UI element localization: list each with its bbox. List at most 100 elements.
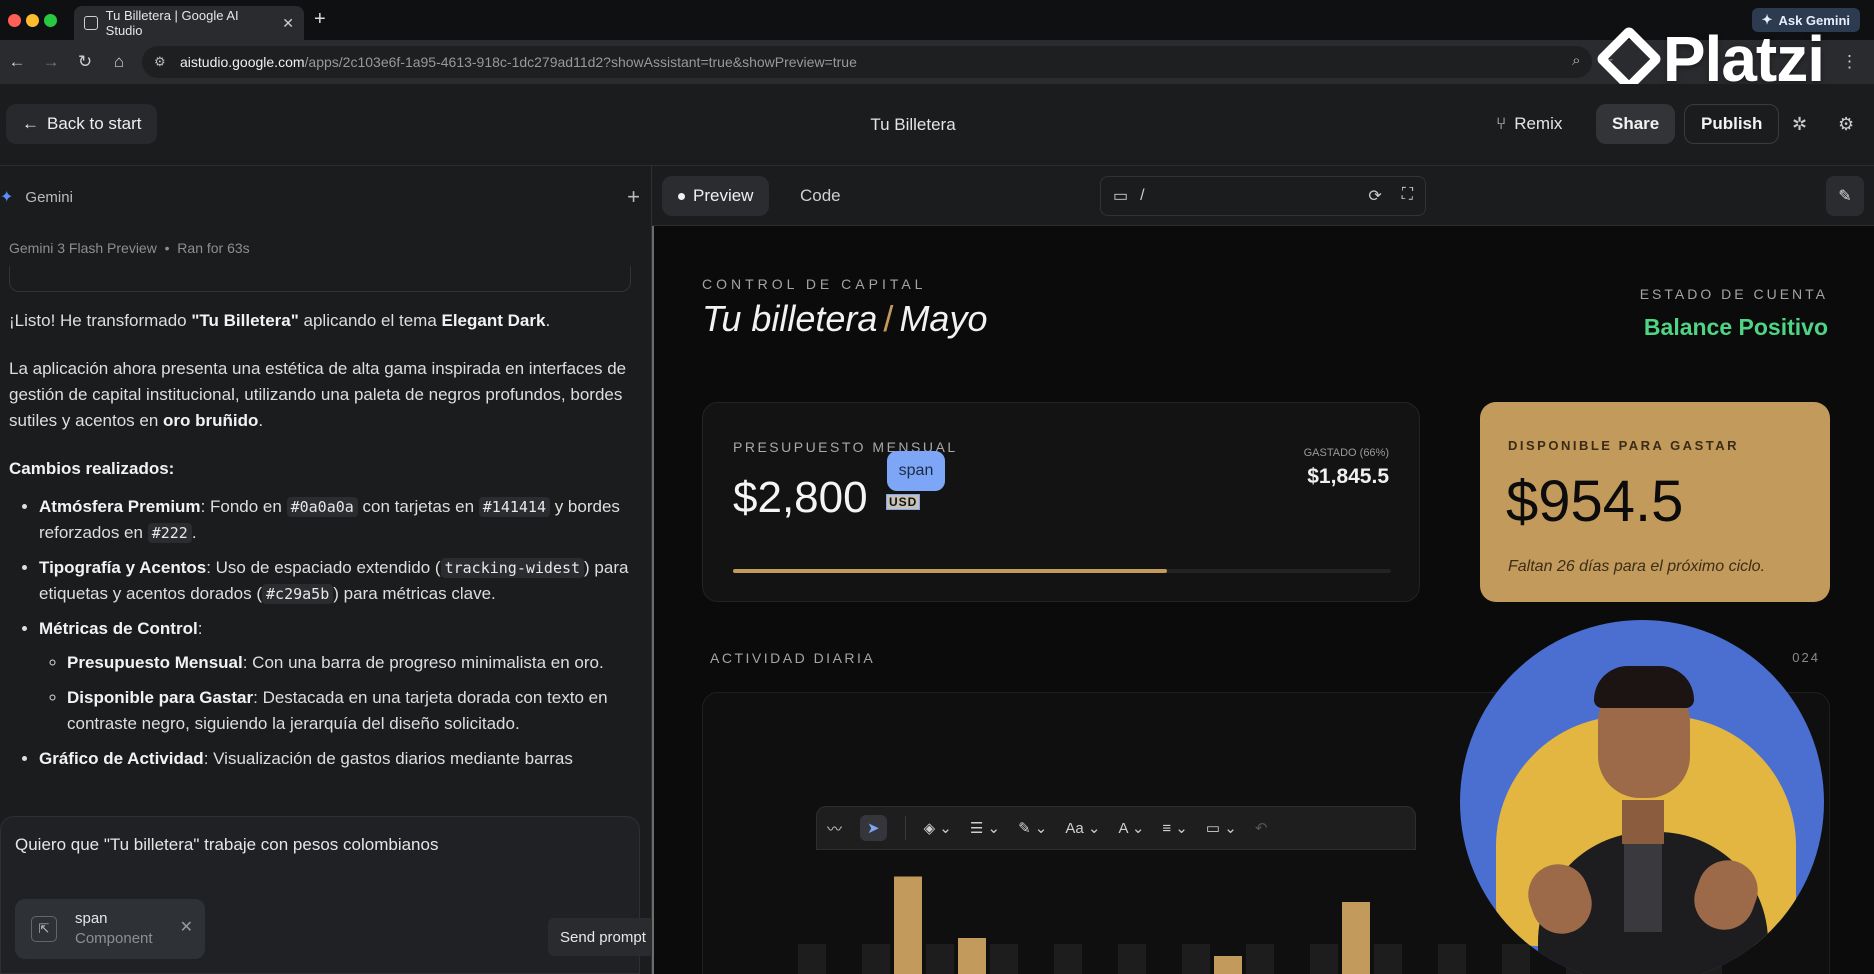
bold-text: "Tu Billetera": [191, 311, 299, 330]
inspector-span-tag: span: [887, 451, 945, 491]
spacing-icon[interactable]: ▭ ⌄: [1206, 819, 1237, 837]
chart-ghost-bar: [1182, 944, 1210, 974]
draw-icon[interactable]: 〰: [827, 818, 842, 839]
preview-path: /: [1140, 187, 1145, 204]
bold-text: Elegant Dark: [441, 311, 546, 330]
close-window-button[interactable]: [8, 14, 21, 27]
home-icon[interactable]: ⌂: [102, 52, 136, 72]
activity-label: ACTIVIDAD DIARIA: [710, 650, 876, 666]
new-chat-plus-icon[interactable]: +: [627, 184, 640, 210]
close-tab-icon[interactable]: ✕: [282, 15, 294, 32]
gemini-spark-icon: ✦: [0, 189, 14, 206]
minimize-window-button[interactable]: [26, 14, 39, 27]
font-size-icon[interactable]: Aa ⌄: [1065, 819, 1100, 837]
bold-text: Atmósfera Premium: [39, 497, 201, 516]
model-info: Gemini 3 Flash Preview • Ran for 63s: [9, 240, 250, 256]
fill-color-icon[interactable]: ◈ ⌄: [924, 819, 952, 837]
border-style-icon[interactable]: ☰ ⌄: [970, 819, 1000, 837]
screen: Tu Billetera | Google AI Studio ✕ + ✦ As…: [0, 0, 1874, 974]
chart-bar[interactable]: [1342, 902, 1370, 974]
forward-arrow-icon[interactable]: →: [34, 52, 68, 72]
chart-ghost-bar: [1310, 944, 1338, 974]
new-tab-button[interactable]: +: [314, 8, 326, 31]
address-bar[interactable]: ⚙ aistudio.google.com /apps/2c103e6f-1a9…: [142, 46, 1592, 78]
tab-preview-label: Preview: [693, 186, 754, 205]
account-status-value: Balance Positivo: [1643, 314, 1828, 340]
zoom-icon[interactable]: ⌕: [1572, 52, 1580, 70]
chart-bar[interactable]: [1214, 956, 1242, 974]
text: .: [191, 523, 197, 542]
share-button[interactable]: Share: [1596, 104, 1676, 144]
chart-bar[interactable]: [894, 876, 922, 974]
inline-code: tracking-widest: [440, 558, 585, 578]
bullet-separator: •: [160, 240, 174, 256]
tab-preview[interactable]: Preview: [662, 176, 770, 216]
prompt-input[interactable]: Quiero que "Tu billetera" trabaje con pe…: [0, 816, 640, 974]
page-title: Tu billetera / Mayo: [702, 298, 987, 340]
annotate-edit-button[interactable]: ✎: [1826, 176, 1864, 216]
title-month: Mayo: [899, 298, 988, 339]
spent-amount: $1,845.5: [1307, 465, 1389, 488]
chart-ghost-bar: [926, 944, 954, 974]
tab-code[interactable]: Code: [784, 176, 857, 216]
site-settings-icon[interactable]: ⚙: [154, 54, 170, 70]
webcam-neck: [1622, 800, 1664, 844]
align-icon[interactable]: ≡ ⌄: [1162, 819, 1188, 837]
reload-icon[interactable]: ↻: [68, 52, 102, 72]
text-color-icon[interactable]: A ⌄: [1118, 819, 1144, 837]
chart-ghost-bar: [1502, 944, 1530, 974]
budget-progress-fill: [733, 569, 1168, 573]
message-intro: ¡Listo! He transformado "Tu Billetera" a…: [9, 308, 637, 334]
selected-component-chip[interactable]: ⇱ span Component ✕: [15, 899, 205, 959]
tab-favicon-icon: [84, 16, 98, 30]
chart-ghost-bar: [1054, 944, 1082, 974]
path-actions: ⟳ ⛶: [1368, 186, 1413, 206]
list-item: Tipografía y Acentos: Uso de espaciado e…: [39, 555, 637, 607]
device-toggle-icon[interactable]: ▭: [1113, 186, 1128, 206]
inline-code: #0a0a0a: [286, 497, 358, 517]
assistant-name: Gemini: [25, 188, 73, 206]
bug-icon[interactable]: ✲: [1792, 114, 1807, 135]
spent-label: GASTADO (66%): [1303, 447, 1389, 459]
url-path: /apps/2c103e6f-1a95-4613-918c-1dc279ad11…: [304, 54, 857, 70]
back-arrow-icon[interactable]: ←: [0, 52, 34, 72]
remix-button[interactable]: ⑂ Remix: [1496, 114, 1562, 134]
list-item: Atmósfera Premium: Fondo en #0a0a0a con …: [39, 494, 637, 546]
assistant-panel: ✦ Gemini + Gemini 3 Flash Preview • Ran …: [0, 166, 652, 974]
webcam-hair: [1594, 666, 1694, 708]
browser-toolbar: ← → ↻ ⌂ ⚙ aistudio.google.com /apps/2c10…: [0, 40, 1874, 84]
inline-code: #222: [147, 523, 192, 543]
refresh-icon[interactable]: ⟳: [1368, 186, 1381, 206]
preview-path-bar[interactable]: ▭ / ⟳ ⛶: [1100, 176, 1426, 216]
currency-label[interactable]: USD: [885, 494, 921, 510]
chart-ghost-bar: [862, 944, 890, 974]
title-separator: /: [883, 298, 894, 339]
browser-tab[interactable]: Tu Billetera | Google AI Studio ✕: [74, 6, 304, 40]
publish-button[interactable]: Publish: [1684, 104, 1780, 144]
sub-list: Presupuesto Mensual: Con una barra de pr…: [67, 650, 637, 737]
remove-chip-icon[interactable]: ✕: [180, 917, 193, 937]
previous-message-edge: [9, 266, 631, 292]
undo-icon[interactable]: ↶: [1255, 819, 1268, 837]
activity-year: 024: [1792, 650, 1820, 665]
prompt-text[interactable]: Quiero que "Tu billetera" trabaje con pe…: [15, 835, 438, 855]
browser-menu-icon[interactable]: ⋮: [1841, 52, 1858, 72]
text: :: [197, 619, 203, 638]
chip-subtitle: Component: [75, 930, 153, 947]
chart-ghost-bar: [1438, 944, 1466, 974]
maximize-window-button[interactable]: [44, 14, 57, 27]
text: .: [258, 411, 264, 430]
preview-toolbar: Preview Code ▭ / ⟳ ⛶ ✎: [652, 166, 1874, 226]
select-pointer-icon[interactable]: ➤: [860, 815, 887, 841]
available-label: DISPONIBLE PARA GASTAR: [1508, 438, 1739, 453]
chart-ghost-bar: [1374, 944, 1402, 974]
section-kicker: CONTROL DE CAPITAL: [702, 276, 927, 292]
changes-list: Atmósfera Premium: Fondo en #0a0a0a con …: [39, 494, 637, 772]
chart-bar[interactable]: [958, 938, 986, 974]
pen-color-icon[interactable]: ✎ ⌄: [1018, 819, 1047, 837]
bold-text: Presupuesto Mensual: [67, 653, 243, 672]
fullscreen-icon[interactable]: ⛶: [1402, 186, 1413, 206]
bold-text: Cambios realizados:: [9, 459, 175, 478]
settings-gear-icon[interactable]: ⚙: [1838, 114, 1854, 135]
list-item: Gráfico de Actividad: Visualización de g…: [39, 746, 637, 772]
